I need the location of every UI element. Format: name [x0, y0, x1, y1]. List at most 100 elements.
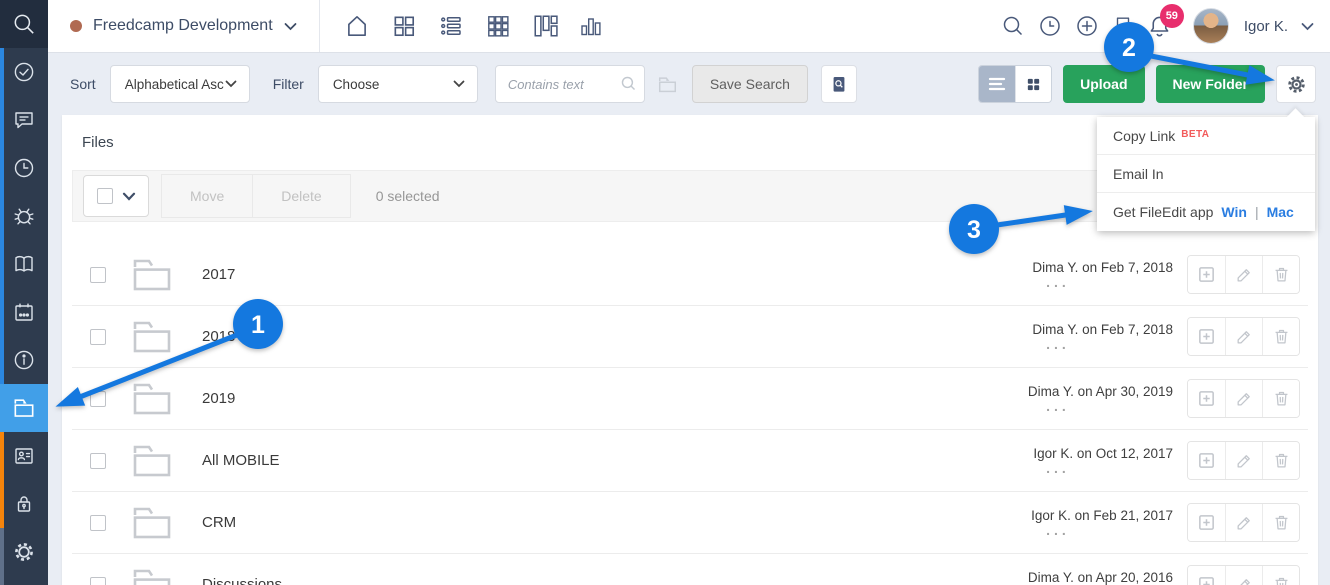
delete-button[interactable] — [1262, 380, 1299, 417]
trash-icon — [1272, 451, 1291, 470]
sidebar-item-discussions[interactable] — [0, 96, 48, 144]
project-name: Freedcamp Development — [93, 17, 273, 35]
row-more-menu[interactable]: ... — [943, 461, 1173, 475]
select-all-checkbox[interactable] — [97, 188, 113, 204]
menu-item-copy-link[interactable]: Copy Link BETA — [1097, 117, 1315, 155]
add-file-button[interactable] — [1188, 504, 1225, 541]
add-file-button[interactable] — [1188, 566, 1225, 585]
row-checkbox[interactable] — [90, 329, 106, 345]
chevron-down-icon — [284, 22, 297, 31]
delete-button[interactable] — [1262, 256, 1299, 293]
sidebar-item-time[interactable] — [0, 144, 48, 192]
save-search-button[interactable]: Save Search — [692, 65, 808, 103]
folder-name[interactable]: All MOBILE — [202, 452, 280, 469]
edit-button[interactable] — [1225, 504, 1262, 541]
settings-gear-button[interactable] — [1276, 65, 1316, 103]
grid-3x3-icon[interactable] — [485, 13, 511, 39]
edit-button[interactable] — [1225, 256, 1262, 293]
edit-button[interactable] — [1225, 380, 1262, 417]
upload-button[interactable]: Upload — [1063, 65, 1144, 103]
pencil-icon — [1235, 575, 1254, 585]
file-row[interactable]: 2019 Dima Y. on Apr 30, 2019 ... — [72, 368, 1308, 430]
sidebar-item-files[interactable] — [0, 384, 48, 432]
file-row[interactable]: CRM Igor K. on Feb 21, 2017 ... — [72, 492, 1308, 554]
sidebar-item-overview[interactable] — [0, 336, 48, 384]
add-file-button[interactable] — [1188, 380, 1225, 417]
passwords-lock-icon — [12, 492, 36, 516]
row-checkbox[interactable] — [90, 391, 106, 407]
select-all-dropdown[interactable] — [83, 175, 149, 217]
add-file-button[interactable] — [1188, 442, 1225, 479]
folder-icon — [132, 505, 172, 541]
row-more-menu[interactable]: ... — [943, 523, 1173, 537]
notification-count-badge: 59 — [1160, 4, 1184, 28]
pencil-icon — [1235, 265, 1254, 284]
row-more-menu[interactable]: ... — [943, 337, 1173, 351]
delete-button[interactable] — [1262, 442, 1299, 479]
row-more-menu[interactable]: ... — [943, 275, 1173, 289]
folder-name[interactable]: 2017 — [202, 266, 235, 283]
sort-dropdown[interactable]: Alphabetical Asc — [110, 65, 250, 103]
sidebar-item-calendar[interactable] — [0, 288, 48, 336]
sidebar-item-passwords[interactable] — [0, 480, 48, 528]
add-plus-icon[interactable] — [1075, 14, 1099, 38]
user-menu-name[interactable]: Igor K. — [1244, 18, 1288, 35]
filter-label: Filter — [273, 76, 304, 92]
files-folder-icon — [11, 395, 37, 421]
row-checkbox[interactable] — [90, 453, 106, 469]
fileedit-mac-link[interactable]: Mac — [1267, 204, 1294, 220]
delete-button[interactable]: Delete — [253, 175, 349, 217]
delete-button[interactable] — [1262, 566, 1299, 585]
search-icon[interactable] — [1001, 14, 1025, 38]
file-row[interactable]: 2017 Dima Y. on Feb 7, 2018 ... — [72, 244, 1308, 306]
filter-dropdown[interactable]: Choose — [318, 65, 478, 103]
advanced-search-button[interactable] — [821, 65, 857, 103]
row-checkbox[interactable] — [90, 577, 106, 585]
grid-2x2-icon[interactable] — [391, 13, 417, 39]
edit-button[interactable] — [1225, 442, 1262, 479]
sidebar-item-wiki[interactable] — [0, 240, 48, 288]
menu-item-email-in[interactable]: Email In — [1097, 155, 1315, 193]
list-icon[interactable] — [438, 13, 464, 39]
settings-gear-icon — [12, 540, 36, 564]
plus-square-icon — [1197, 575, 1216, 585]
edit-button[interactable] — [1225, 318, 1262, 355]
folder-name[interactable]: 2019 — [202, 390, 235, 407]
sidebar-item-contacts[interactable] — [0, 432, 48, 480]
add-file-button[interactable] — [1188, 318, 1225, 355]
notifications-bell[interactable]: 59 — [1147, 13, 1172, 39]
sidebar-item-settings[interactable] — [0, 528, 48, 576]
file-row[interactable]: All MOBILE Igor K. on Oct 12, 2017 ... — [72, 430, 1308, 492]
sidebar-search-button[interactable] — [0, 0, 48, 48]
list-view-button[interactable] — [979, 66, 1015, 102]
plus-square-icon — [1197, 513, 1216, 532]
chevron-down-icon[interactable] — [1301, 22, 1314, 31]
row-checkbox[interactable] — [90, 515, 106, 531]
folder-name[interactable]: CRM — [202, 514, 236, 531]
row-checkbox[interactable] — [90, 267, 106, 283]
row-more-menu[interactable]: ... — [943, 399, 1173, 413]
row-meta: Dima Y. on Apr 30, 2019 ... — [943, 384, 1173, 413]
delete-button[interactable] — [1262, 504, 1299, 541]
project-selector[interactable]: Freedcamp Development — [48, 0, 320, 52]
add-file-button[interactable] — [1188, 256, 1225, 293]
document-search-icon — [829, 74, 849, 95]
delete-button[interactable] — [1262, 318, 1299, 355]
bar-chart-icon[interactable] — [579, 14, 603, 38]
new-folder-button[interactable]: New Folder — [1156, 65, 1265, 103]
avatar[interactable] — [1193, 8, 1229, 44]
file-row[interactable]: 2018 Dima Y. on Feb 7, 2018 ... — [72, 306, 1308, 368]
file-row[interactable]: Discussions Dima Y. on Apr 20, 2016 ... — [72, 554, 1308, 585]
folder-name[interactable]: Discussions — [202, 576, 282, 585]
home-icon[interactable] — [344, 13, 370, 39]
folder-name[interactable]: 2018 — [202, 328, 235, 345]
sidebar-item-tasks[interactable] — [0, 48, 48, 96]
kanban-icon[interactable] — [532, 13, 558, 39]
grid-view-button[interactable] — [1015, 66, 1051, 102]
recent-clock-icon[interactable] — [1038, 14, 1062, 38]
fileedit-win-link[interactable]: Win — [1221, 204, 1247, 220]
edit-button[interactable] — [1225, 566, 1262, 585]
sidebar-item-issues[interactable] — [0, 192, 48, 240]
move-button[interactable]: Move — [162, 175, 253, 217]
bookmark-icon[interactable] — [1112, 14, 1134, 38]
